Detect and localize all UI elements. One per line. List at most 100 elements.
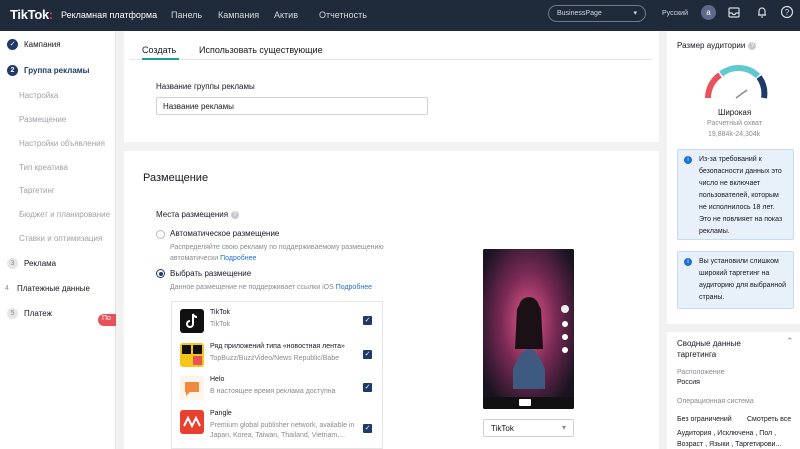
step-payment[interactable]: 5 Платеж — [7, 308, 52, 319]
collapse-chevron-icon[interactable]: ⌃ — [786, 336, 794, 347]
step-campaign[interactable]: ✓ Кампания — [7, 39, 61, 50]
placement-name: Ряд приложений типа «новостная лента» — [210, 343, 345, 350]
step-adgroup[interactable]: 2 Группа рекламы — [7, 65, 90, 76]
substep-ad-settings[interactable]: Настройки объявления — [19, 139, 105, 148]
manual-placement-desc: Данное размещение не поддерживает ссылки… — [170, 282, 372, 293]
business-select-value: BusinessPage — [557, 10, 602, 17]
audience-gauge-label: Широкая — [718, 108, 752, 117]
step-label: Платежные данные — [17, 284, 90, 293]
auto-placement-desc: Распределяйте свою рекламу по поддержива… — [170, 242, 384, 264]
see-all-link[interactable]: Смотреть все — [747, 416, 791, 423]
placements-label-text: Места размещения — [156, 210, 229, 219]
summary-line-1: Аудитория , Исключена , Пол , — [677, 430, 777, 437]
tab-create[interactable]: Создать — [142, 45, 176, 55]
nav-reporting[interactable]: Отчетность — [319, 10, 367, 20]
check-icon: ✓ — [7, 39, 18, 50]
info-text: Вы установили слишком широкий таргетинг … — [699, 258, 787, 301]
question-icon[interactable]: ? — [748, 41, 757, 50]
placement-desc: Premium global publisher network, availa… — [210, 421, 354, 441]
targeting-summary-title: Сводные данные таргетинга — [677, 339, 741, 359]
adgroup-name-label: Название группы рекламы — [156, 82, 255, 91]
question-icon[interactable]: ? — [231, 210, 240, 219]
checkbox-tiktok[interactable]: ✓ — [363, 316, 372, 325]
tiktok-app-icon — [180, 309, 204, 333]
tiktok-logo[interactable]: TikTok: — [10, 7, 53, 22]
auto-desc-text: Распределяйте свою рекламу по поддержива… — [170, 244, 384, 251]
adgroup-name-input[interactable]: Название рекламы — [156, 97, 428, 115]
step-label: Группа рекламы — [24, 66, 90, 75]
avatar[interactable]: a — [701, 5, 716, 20]
audience-gauge — [704, 65, 768, 99]
top-nav-bar: TikTok: Рекламная платформа Панель Кампа… — [0, 0, 800, 31]
step-label: Платеж — [24, 309, 52, 318]
pangle-desc-1: Premium global publisher network, availa… — [210, 422, 355, 429]
auto-placement-radio[interactable] — [156, 230, 165, 239]
summary-line-2: Возраст , Языки , Таргетирови... — [677, 441, 782, 448]
step-payment-data[interactable]: 4 Платежные данные — [3, 283, 90, 294]
nav-assets[interactable]: Актив — [274, 10, 298, 20]
placements-label: Места размещения? — [156, 210, 240, 219]
no-limits-label: Без ограничений — [677, 416, 732, 423]
substep-creative-type[interactable]: Тип креатива — [19, 163, 68, 172]
estimated-reach-label: Расчетный охват — [707, 120, 762, 127]
info-box-broad: i Вы установили слишком широкий таргетинг… — [677, 251, 794, 309]
preview-placement-select[interactable]: TikTok ▾ — [483, 419, 574, 437]
manual-desc-text: Данное размещение не поддерживает ссылки… — [170, 284, 334, 291]
bell-icon[interactable] — [755, 5, 769, 19]
ad-preview-phone — [483, 249, 574, 409]
checkbox-news-feed[interactable]: ✓ — [363, 350, 372, 359]
news-apps-icon — [180, 343, 204, 367]
payment-badge: По — [98, 314, 116, 326]
info-text: Из-за требований к безопасности данных э… — [699, 156, 783, 235]
chevron-down-icon: ▾ — [633, 10, 637, 17]
business-select[interactable]: BusinessPage ▾ — [548, 5, 646, 22]
preview-select-value: TikTok — [491, 424, 514, 433]
placement-name: Helo — [210, 376, 225, 383]
substep-budget[interactable]: Бюджет и планирование — [19, 210, 110, 219]
substep-bidding[interactable]: Ставки и оптимизация — [19, 234, 102, 243]
placement-name: Pangle — [210, 410, 232, 417]
info-icon: i — [684, 258, 692, 266]
helo-app-icon — [180, 376, 204, 400]
auto-placement-label[interactable]: Автоматическое размещение — [170, 229, 279, 238]
inbox-icon[interactable] — [727, 5, 741, 19]
manual-more-link[interactable]: Подробнее — [336, 284, 372, 291]
placement-name: TikTok — [210, 309, 230, 316]
location-label: Расположение — [677, 369, 725, 376]
step-ad[interactable]: 3 Реклама — [7, 258, 56, 269]
placement-desc: В настоящее время реклама доступна — [210, 388, 336, 395]
step-number: 2 — [7, 65, 18, 76]
tab-use-existing[interactable]: Использовать существующие — [199, 45, 323, 55]
location-value: Россия — [677, 379, 700, 386]
language-select[interactable]: Русский — [662, 10, 688, 17]
audience-title-text: Размер аудитории — [677, 41, 746, 50]
checkbox-pangle[interactable]: ✓ — [363, 424, 372, 433]
platform-title: Рекламная платформа — [61, 10, 158, 20]
step-label: Реклама — [24, 259, 57, 268]
placement-desc: TikTok — [210, 321, 230, 328]
substep-placement[interactable]: Размещение — [19, 115, 66, 124]
pangle-app-icon — [180, 410, 204, 434]
nav-campaign[interactable]: Кампания — [218, 10, 259, 20]
step-number: 3 — [7, 258, 18, 269]
audience-size-title: Размер аудитории? — [677, 41, 757, 50]
nav-dashboard[interactable]: Панель — [171, 10, 202, 20]
chevron-down-icon: ▾ — [561, 423, 566, 432]
svg-text:?: ? — [785, 8, 790, 17]
manual-placement-radio[interactable] — [156, 269, 165, 278]
substep-targeting[interactable]: Таргетинг — [19, 186, 55, 195]
info-icon: i — [684, 156, 692, 164]
manual-placement-label[interactable]: Выбрать размещение — [170, 269, 251, 278]
auto-more-link[interactable]: Подробнее — [220, 255, 256, 262]
substep-setup[interactable]: Настройка — [19, 91, 58, 100]
placement-heading: Размещение — [143, 172, 209, 184]
auto-desc-text2: автоматически — [170, 255, 219, 262]
estimated-reach-value: 19,884k-24,304k — [708, 131, 761, 138]
info-box-age: i Из-за требований к безопасности данных … — [677, 149, 794, 240]
placement-desc: TopBuzz/BuzzVideo/News Republic/Babe — [210, 355, 340, 362]
placement-list: TikTok TikTok ✓ Ряд приложений типа «нов… — [171, 301, 383, 449]
step-label: Кампания — [24, 40, 61, 49]
step-number: 5 — [7, 308, 18, 319]
checkbox-helo[interactable]: ✓ — [363, 383, 372, 392]
help-icon[interactable]: ? — [780, 5, 794, 19]
